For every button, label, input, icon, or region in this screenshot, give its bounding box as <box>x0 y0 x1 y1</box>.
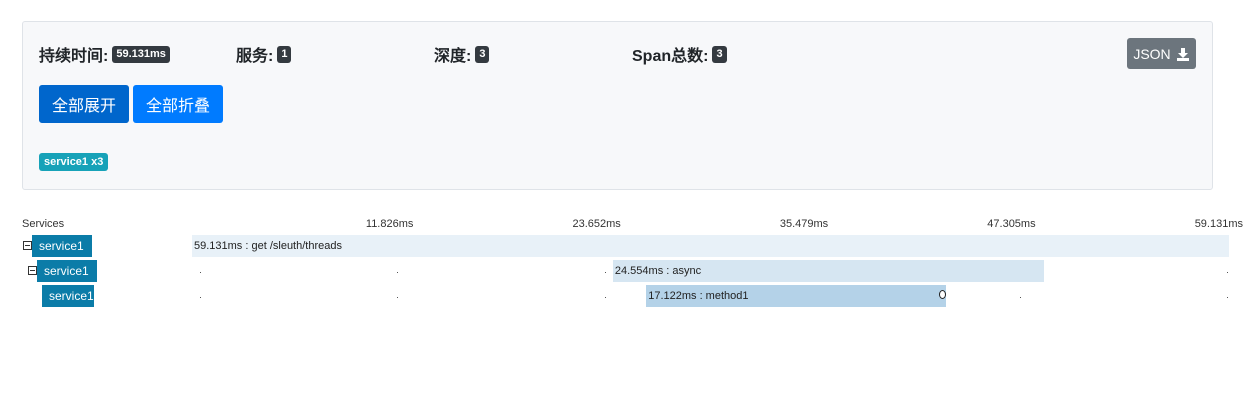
tick-dot <box>200 297 201 298</box>
tick-dot <box>1227 297 1228 298</box>
axis-tick-label: 35.479ms <box>779 218 829 230</box>
collapse-toggle-icon[interactable] <box>28 266 37 275</box>
services-column-header: Services <box>22 218 65 230</box>
trace-summary-panel: 持续时间: 59.131ms 服务: 1 深度: 3 Span总数: 3 JSO… <box>22 21 1213 190</box>
axis-tick-label: 47.305ms <box>987 218 1036 230</box>
axis-tick-label: 59.131ms <box>1194 218 1243 230</box>
tick-dot <box>604 297 606 298</box>
span-bar-label: 17.122ms : method1 <box>648 290 749 302</box>
span-service-name[interactable]: service1 <box>42 285 94 307</box>
depth-badge: 3 <box>475 45 490 63</box>
services-stat: 服务: 1 <box>236 42 292 66</box>
depth-stat: 深度: 3 <box>434 42 490 66</box>
tick-dot <box>200 272 201 273</box>
axis-tick-label: 11.826ms <box>365 218 414 230</box>
services-badge: 1 <box>277 45 292 63</box>
service-filter-tag[interactable]: service1 x3 <box>39 153 109 171</box>
download-icon <box>1176 47 1189 61</box>
tick-dot <box>397 297 399 298</box>
json-download-button[interactable]: JSON <box>1127 38 1196 69</box>
span-bar-label: 24.554ms : async <box>614 265 702 277</box>
collapse-all-button[interactable]: 全部折叠 <box>133 85 223 123</box>
duration-badge: 59.131ms <box>112 45 170 63</box>
span-bar[interactable] <box>192 235 1229 257</box>
span-count-badge: 3 <box>712 45 727 63</box>
collapse-toggle-icon[interactable] <box>23 241 32 250</box>
depth-label: 深度: <box>434 48 472 65</box>
expand-all-button[interactable]: 全部展开 <box>39 85 129 123</box>
span-count-stat: Span总数: 3 <box>632 42 727 66</box>
tick-dot <box>604 272 606 273</box>
span-service-name[interactable]: service1 <box>32 235 92 257</box>
json-button-label: JSON <box>1133 45 1171 62</box>
tick-dot <box>1227 272 1228 273</box>
span-bar-label: 59.131ms : get /sleuth/threads <box>194 240 342 252</box>
duration-label: 持续时间: <box>39 48 109 65</box>
services-label: 服务: <box>236 48 274 65</box>
span-count-label: Span总数: <box>632 48 709 65</box>
duration-stat: 持续时间: 59.131ms <box>39 42 170 66</box>
span-service-name[interactable]: service1 <box>37 260 97 282</box>
tick-dot <box>397 272 399 273</box>
axis-tick-label: 23.652ms <box>572 218 621 230</box>
tick-dot <box>1019 297 1021 298</box>
